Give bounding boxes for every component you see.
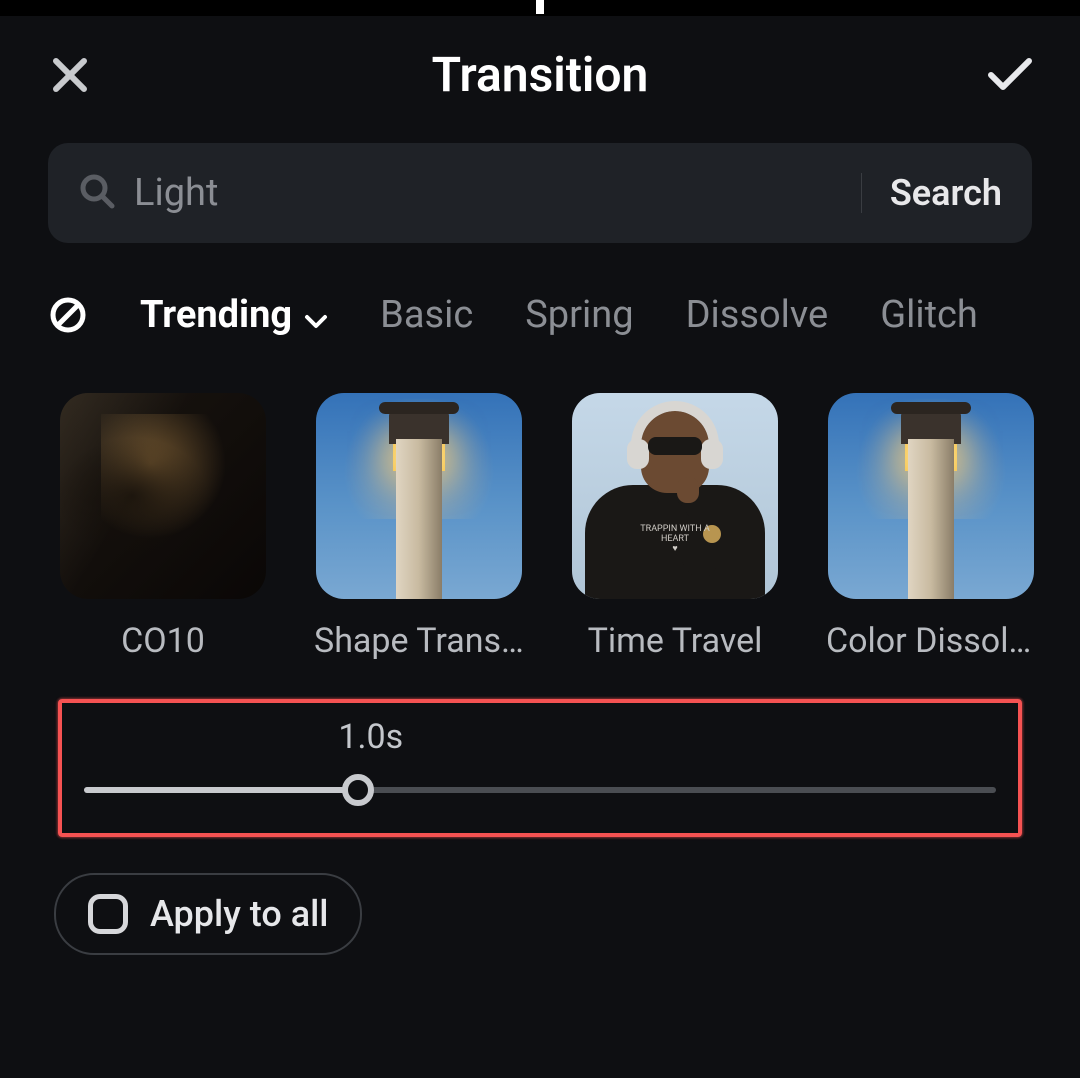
apply-row: Apply to all [54, 873, 1080, 955]
tab-glitch[interactable]: Glitch [880, 293, 978, 337]
tab-label: Trending [140, 293, 292, 337]
none-transition-button[interactable] [48, 295, 88, 335]
thumbnail-label: Color Dissolv… [826, 621, 1036, 661]
transition-item-color-dissolve[interactable]: Color Dissolv… [826, 393, 1036, 661]
duration-slider-container: 1.0s [58, 699, 1022, 837]
checkmark-icon [985, 55, 1035, 95]
apply-to-all-button[interactable]: Apply to all [54, 873, 362, 955]
transition-gallery: CO10 Shape Transit… TRAPPIN WITH AHEART♥… [0, 337, 1080, 661]
close-button[interactable] [45, 50, 95, 100]
transition-item-time-travel[interactable]: TRAPPIN WITH AHEART♥ Time Travel [572, 393, 778, 661]
header: Transition [0, 16, 1080, 123]
search-icon [78, 172, 116, 214]
status-bar-indicator [536, 0, 544, 14]
tab-basic[interactable]: Basic [380, 293, 473, 337]
transition-item-co10[interactable]: CO10 [60, 393, 266, 661]
thumbnail-label: CO10 [121, 621, 205, 661]
duration-slider[interactable] [84, 787, 996, 793]
confirm-button[interactable] [985, 50, 1035, 100]
apply-label: Apply to all [150, 893, 328, 935]
search-bar[interactable]: Light Search [48, 143, 1032, 243]
page-title: Transition [432, 46, 649, 103]
search-input[interactable]: Light [134, 171, 833, 215]
thumbnail-label: Time Travel [588, 621, 763, 661]
thumbnail [60, 393, 266, 599]
slider-fill [84, 787, 358, 793]
thumbnail [316, 393, 522, 599]
thumbnail: TRAPPIN WITH AHEART♥ [572, 393, 778, 599]
thumbnail-label: Shape Transit… [314, 621, 524, 661]
tab-trending[interactable]: Trending [140, 293, 328, 337]
thumbnail [828, 393, 1034, 599]
slider-handle[interactable] [342, 774, 374, 806]
tab-spring[interactable]: Spring [525, 293, 633, 337]
search-button[interactable]: Search [890, 172, 1002, 214]
tab-dissolve[interactable]: Dissolve [686, 293, 829, 337]
close-icon [50, 55, 90, 95]
divider [861, 173, 862, 213]
chevron-down-icon [304, 295, 328, 337]
none-icon [48, 295, 88, 335]
duration-value: 1.0s [338, 717, 403, 757]
apply-checkbox[interactable] [88, 894, 128, 934]
transition-item-shape[interactable]: Shape Transit… [314, 393, 524, 661]
category-tabs: Trending Basic Spring Dissolve Glitch [0, 243, 1080, 337]
